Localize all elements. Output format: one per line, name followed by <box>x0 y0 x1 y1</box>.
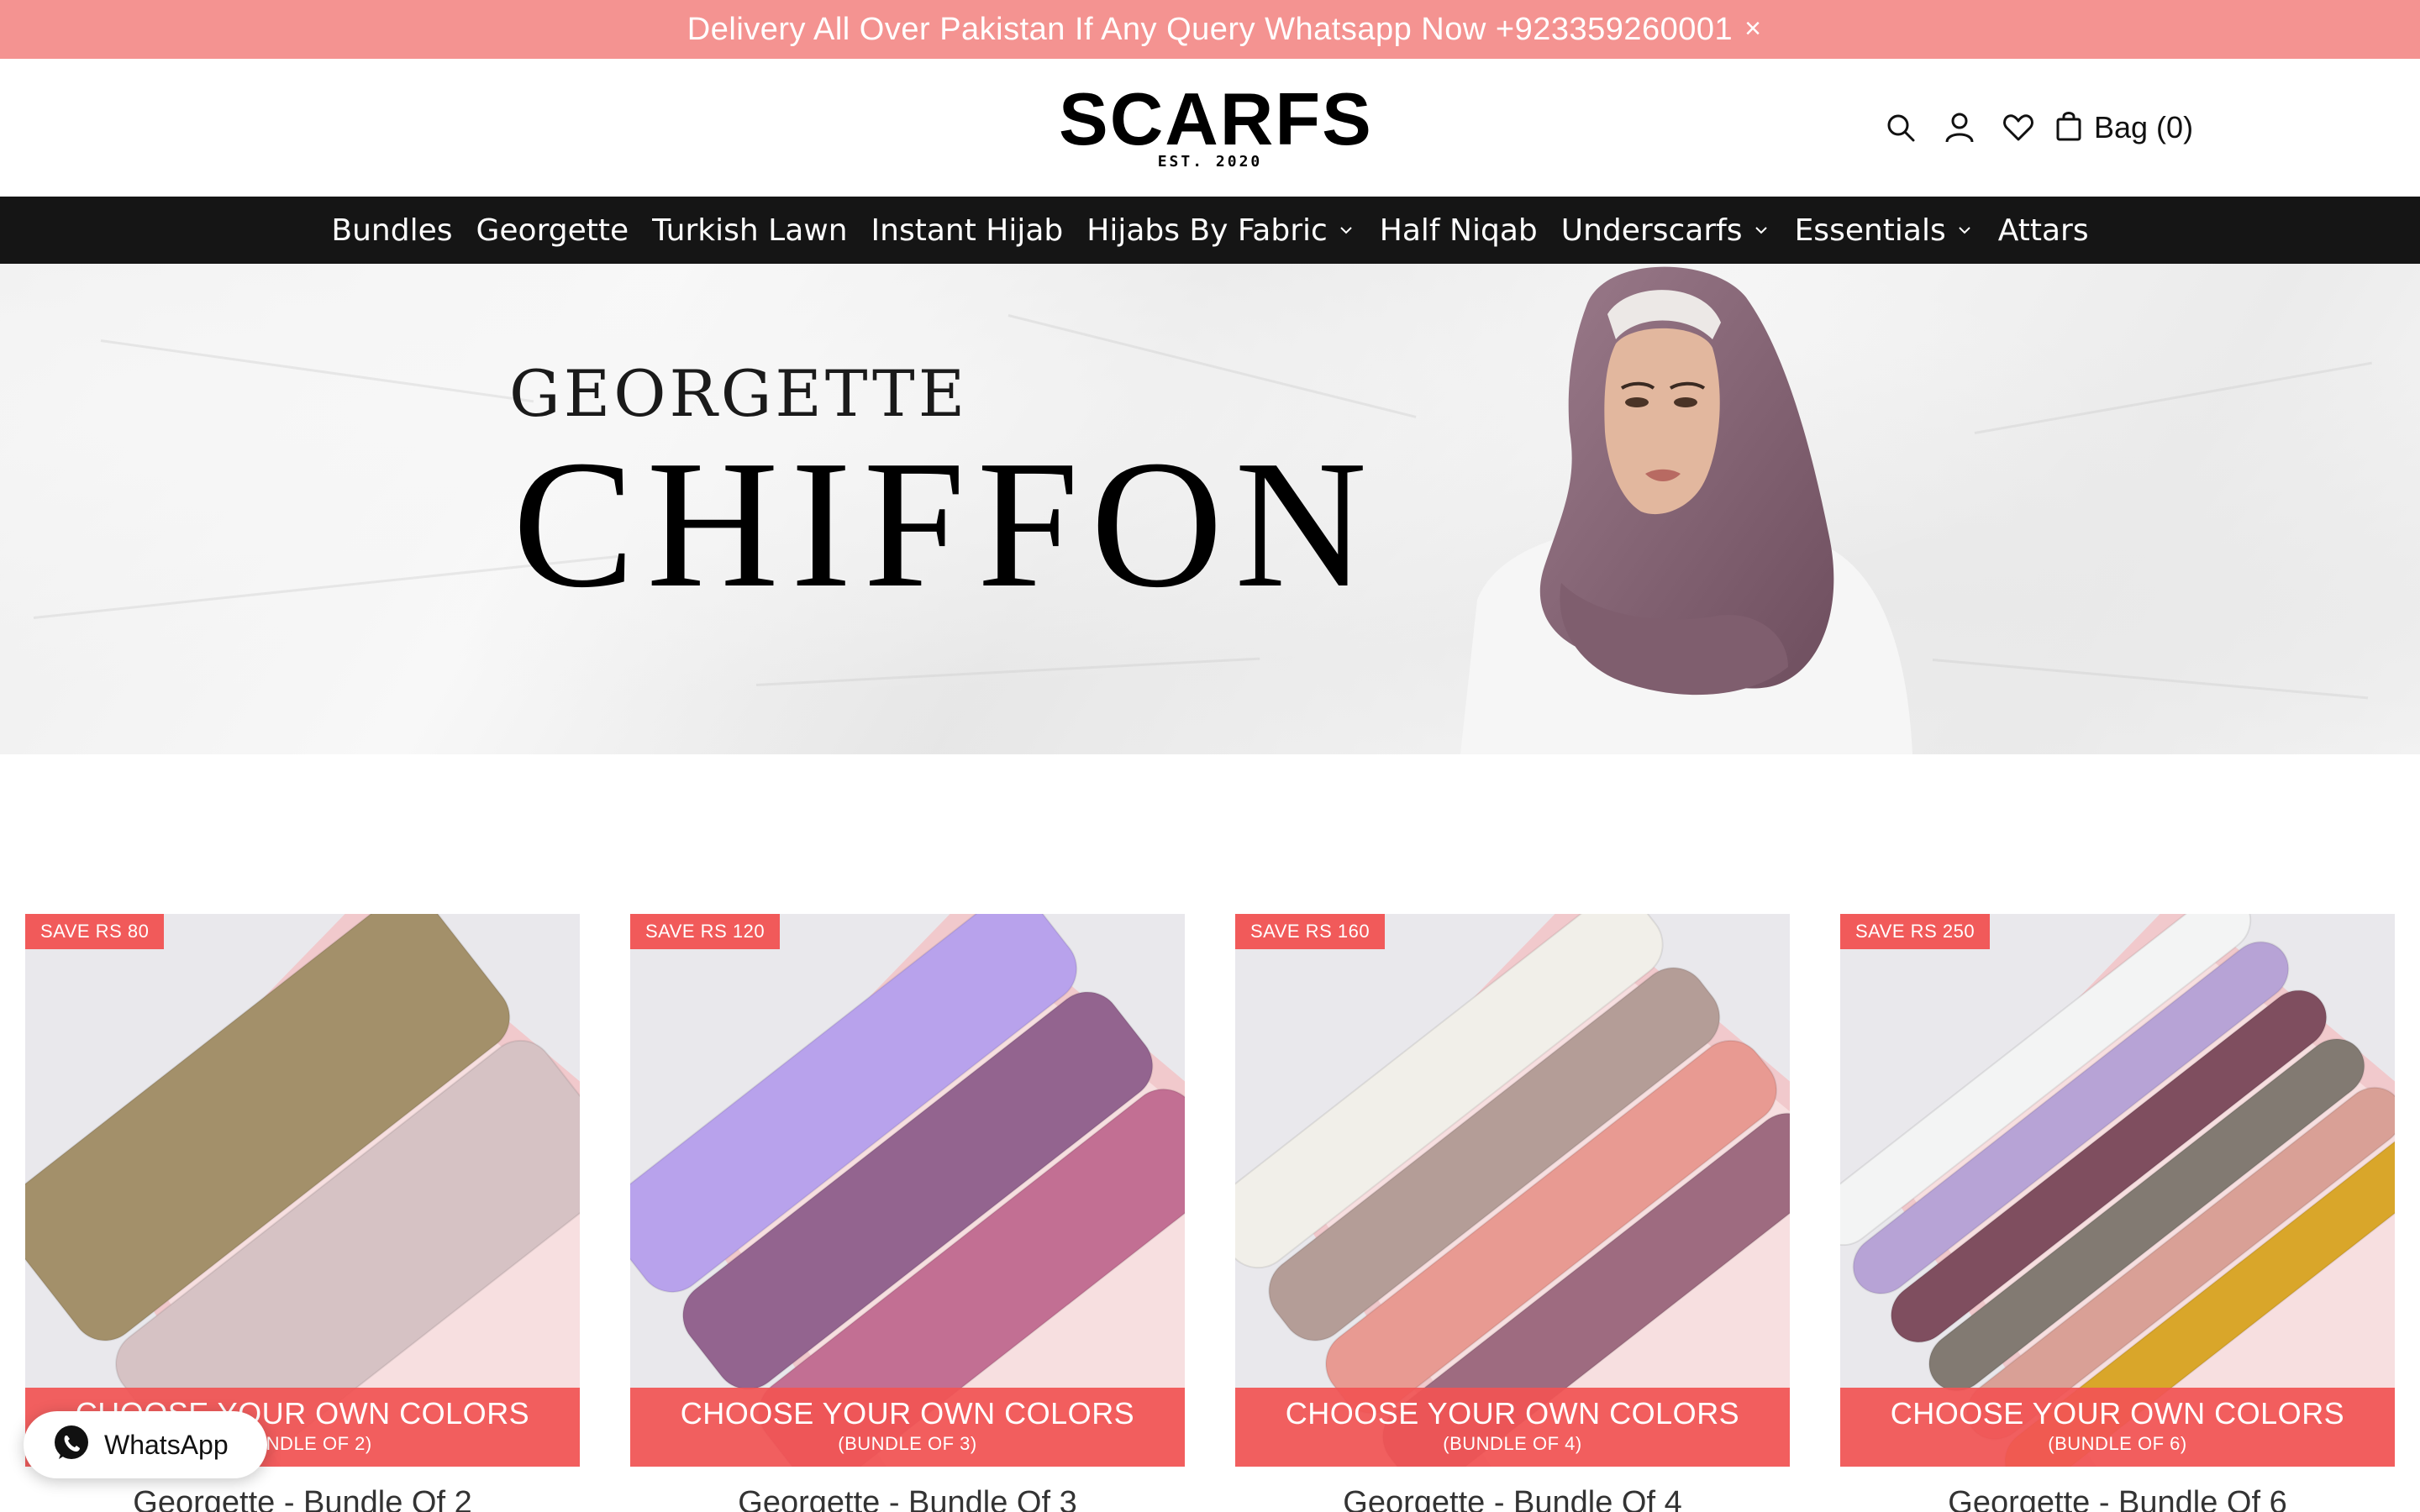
product-image[interactable]: SAVE RS 120 CHOOSE YOUR OWN COLORS (BUNDLE… <box>630 914 1185 1467</box>
nav-item-georgette[interactable]: Georgette <box>465 213 641 248</box>
product-image-banner: CHOOSE YOUR OWN COLORS (BUNDLE OF 4) <box>1235 1388 1790 1467</box>
nav-item-half-niqab[interactable]: Half Niqab <box>1368 213 1549 248</box>
nav-item-label: Attars <box>1997 213 2089 248</box>
nav-item-label: Instant Hijab <box>871 213 1064 248</box>
banner-main-text: CHOOSE YOUR OWN COLORS <box>1285 1396 1740 1431</box>
nav-item-essentials[interactable]: Essentials <box>1783 213 1986 248</box>
chevron-down-icon <box>1751 220 1771 240</box>
banner-main-text: CHOOSE YOUR OWN COLORS <box>680 1396 1135 1431</box>
chevron-down-icon <box>1954 220 1975 240</box>
product-image[interactable]: SAVE RS 250 CHOOSE YOUR OWN COLORS (BUNDLE… <box>1840 914 2395 1467</box>
banner-sub-text: (BUNDLE OF 6) <box>2048 1433 2187 1454</box>
whatsapp-icon <box>52 1424 91 1467</box>
chevron-down-icon <box>1336 220 1356 240</box>
nav-item-attars[interactable]: Attars <box>1986 213 2101 248</box>
hero-banner[interactable]: GEORGETTE CHIFFON <box>0 264 2420 754</box>
nav-item-label: Half Niqab <box>1379 213 1538 248</box>
banner-sub-text: (BUNDLE OF 4) <box>1443 1433 1582 1454</box>
wishlist-heart-icon[interactable] <box>1996 106 2040 150</box>
nav-item-label: Georgette <box>476 213 629 248</box>
announcement-text: Delivery All Over Pakistan If Any Query … <box>687 11 1733 47</box>
bag-label: Bag (0) <box>2094 110 2194 144</box>
whatsapp-label: WhatsApp <box>104 1429 229 1460</box>
hero-title-large: CHIFFON <box>513 423 1379 626</box>
nav-item-label: Bundles <box>331 213 453 248</box>
banner-sub-text: (BUNDLE OF 3) <box>838 1433 977 1454</box>
product-image[interactable]: SAVE RS 160 CHOOSE YOUR OWN COLORS (BUNDLE… <box>1235 914 1790 1467</box>
product-card[interactable]: SAVE RS 160 CHOOSE YOUR OWN COLORS (BUNDLE… <box>1235 914 1790 1512</box>
main-navigation: Bundles Georgette Turkish Lawn Instant Hija… <box>0 197 2420 264</box>
product-image-banner: CHOOSE YOUR OWN COLORS (BUNDLE OF 6) <box>1840 1388 2395 1467</box>
product-image[interactable]: SAVE RS 80 CHOOSE YOUR OWN COLORS (BUNDLE … <box>25 914 580 1467</box>
search-icon[interactable] <box>1879 106 1923 150</box>
nav-item-label: Underscarfs <box>1560 213 1743 248</box>
product-card[interactable]: SAVE RS 120 CHOOSE YOUR OWN COLORS (BUNDLE… <box>630 914 1185 1512</box>
nav-item-turkish-lawn[interactable]: Turkish Lawn <box>640 213 859 248</box>
hero-title-small: GEORGETTE <box>509 356 969 431</box>
hero-model-image <box>1460 266 1912 754</box>
nav-item-label: Turkish Lawn <box>652 213 848 248</box>
product-grid: SAVE RS 80 CHOOSE YOUR OWN COLORS (BUNDLE … <box>25 914 2395 1512</box>
header-actions: Bag (0) <box>1879 106 2193 150</box>
whatsapp-button[interactable]: WhatsApp <box>24 1411 267 1478</box>
save-badge: SAVE RS 160 <box>1235 914 1386 949</box>
nav-item-label: Essentials <box>1794 213 1946 248</box>
product-title[interactable]: Georgette - Bundle Of 6 <box>1840 1485 2395 1512</box>
nav-item-hijabs-by-fabric[interactable]: Hijabs By Fabric <box>1075 213 1368 248</box>
shopping-bag-icon <box>2055 110 2082 146</box>
nav-item-underscarfs[interactable]: Underscarfs <box>1549 213 1783 248</box>
account-icon[interactable] <box>1938 106 1981 150</box>
product-image-banner: CHOOSE YOUR OWN COLORS (BUNDLE OF 3) <box>630 1388 1185 1467</box>
product-card[interactable]: SAVE RS 250 CHOOSE YOUR OWN COLORS (BUNDLE… <box>1840 914 2395 1512</box>
bag-button[interactable]: Bag (0) <box>2055 110 2193 146</box>
announcement-bar: Delivery All Over Pakistan If Any Query … <box>0 0 2420 59</box>
save-badge: SAVE RS 250 <box>1840 914 1991 949</box>
save-badge: SAVE RS 120 <box>630 914 781 949</box>
announcement-close-button[interactable]: × <box>1736 12 1770 45</box>
site-header: SCARFS EST. 2020 Bag (0) <box>0 59 2420 197</box>
logo-wordmark: SCARFS <box>1059 77 1373 160</box>
nav-item-bundles[interactable]: Bundles <box>319 213 464 248</box>
save-badge: SAVE RS 80 <box>25 914 165 949</box>
nav-item-label: Hijabs By Fabric <box>1086 213 1328 248</box>
nav-item-instant-hijab[interactable]: Instant Hijab <box>860 213 1076 248</box>
product-title[interactable]: Georgette - Bundle Of 3 <box>630 1485 1185 1512</box>
product-title[interactable]: Georgette - Bundle Of 2 <box>25 1485 580 1512</box>
product-title[interactable]: Georgette - Bundle Of 4 <box>1235 1485 1790 1512</box>
site-logo[interactable]: SCARFS EST. 2020 <box>1059 77 1373 171</box>
banner-main-text: CHOOSE YOUR OWN COLORS <box>1890 1396 2345 1431</box>
